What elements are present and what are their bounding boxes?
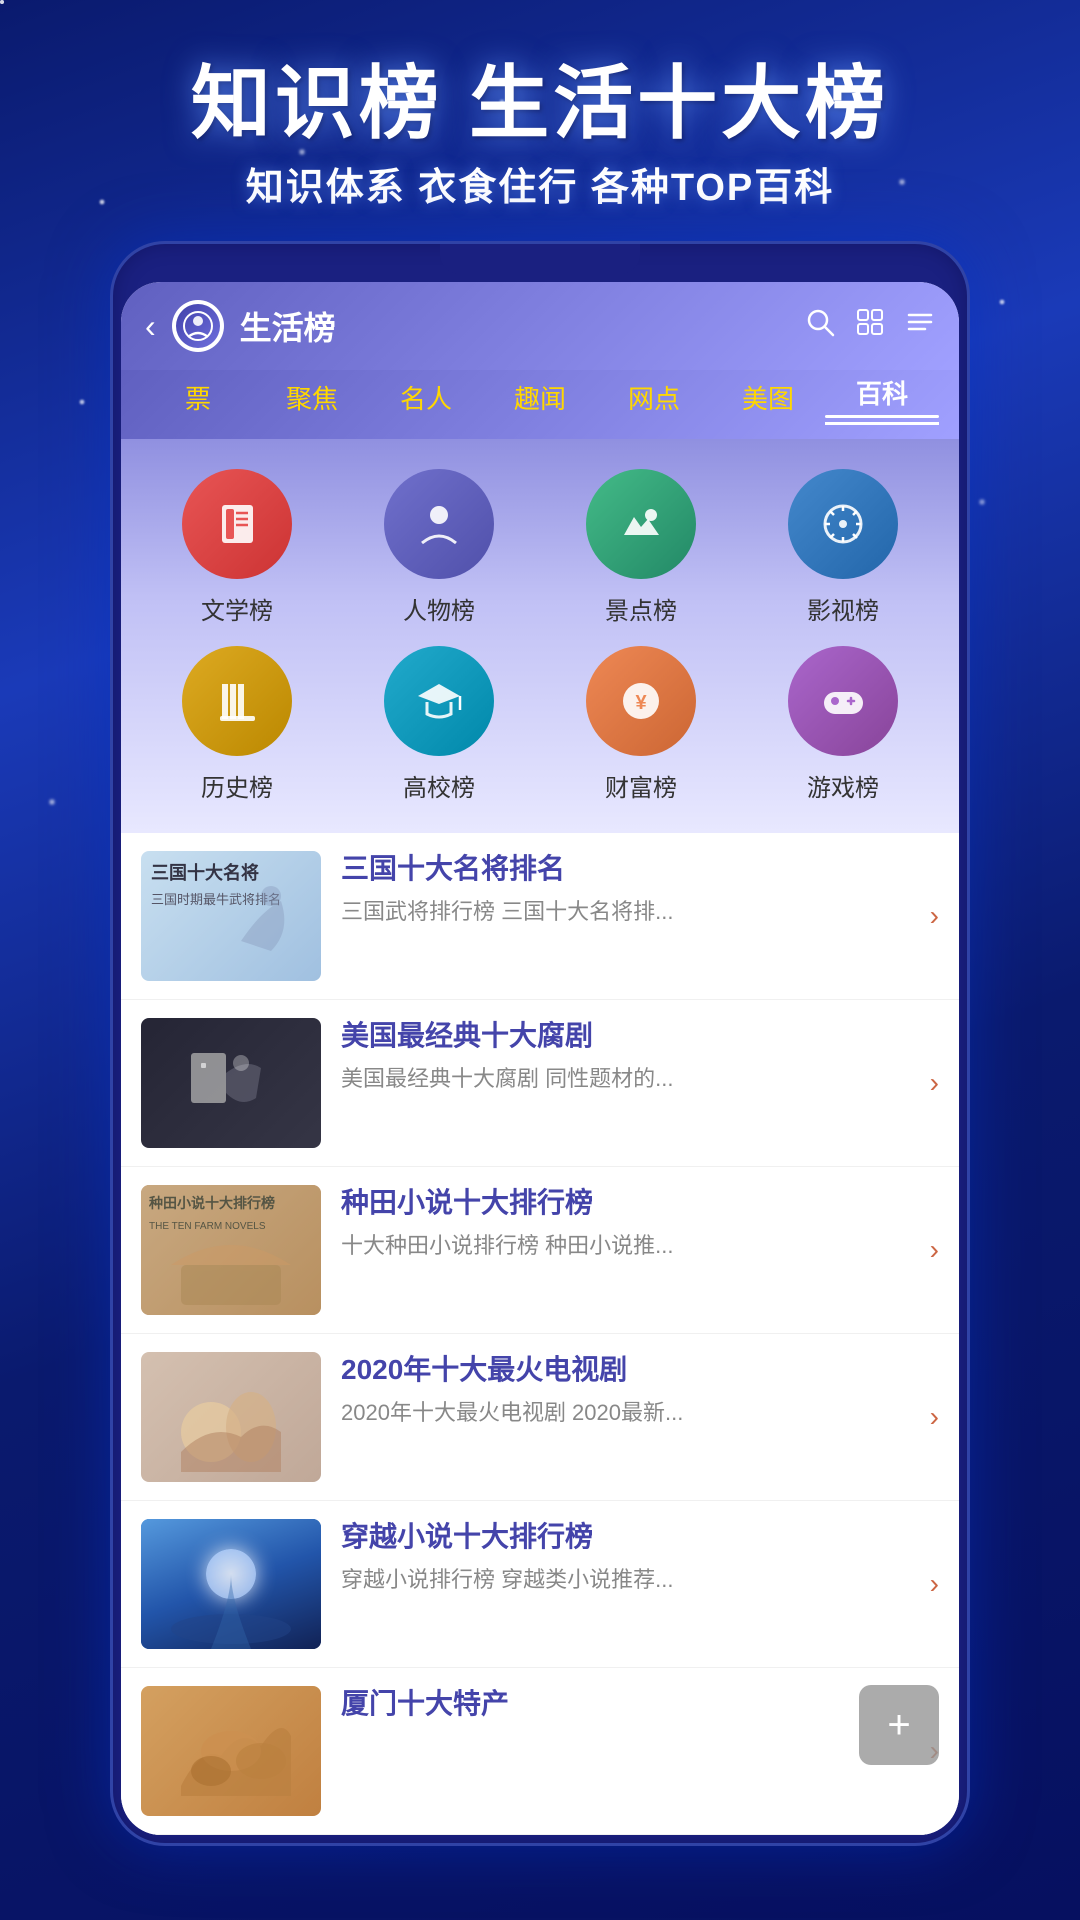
thumb-2020 <box>141 1352 321 1482</box>
nav-bar: ‹ 生活榜 <box>121 282 959 370</box>
back-button[interactable]: ‹ <box>145 308 156 345</box>
yingshi-icon <box>788 469 898 579</box>
phone-content: ‹ 生活榜 <box>121 282 959 1835</box>
tab-bar: 票 聚焦 名人 趣闻 网点 美图 百科 <box>121 370 959 439</box>
category-grid: 文学榜 人物榜 <box>141 469 939 803</box>
list-item-zhongtian[interactable]: 种田小说十大排行榜THE TEN FARM NOVELS 种田小说十大排行榜 十… <box>121 1167 959 1334</box>
item5-arrow: › <box>930 1568 939 1600</box>
item6-info: 厦门十大特产 <box>341 1686 910 1732</box>
category-renwu[interactable]: 人物榜 <box>343 469 535 626</box>
item1-title: 三国十大名将排名 <box>341 851 900 887</box>
category-gaoxiao[interactable]: 高校榜 <box>343 646 535 803</box>
thumb-chuanyue <box>141 1519 321 1649</box>
category-lishi[interactable]: 历史榜 <box>141 646 333 803</box>
tab-jujiao[interactable]: 聚焦 <box>255 375 369 420</box>
category-youxi[interactable]: 游戏榜 <box>747 646 939 803</box>
category-section: 文学榜 人物榜 <box>121 439 959 833</box>
list-section: 三国十大名将三国时期最牛武将排名 三国十大名将排名 三国武将排行榜 三国十大名将… <box>121 833 959 1835</box>
gaoxiao-label: 高校榜 <box>403 768 475 803</box>
notch <box>440 244 640 274</box>
app-logo <box>172 300 224 352</box>
wenxue-icon <box>182 469 292 579</box>
item4-title: 2020年十大最火电视剧 <box>341 1352 900 1388</box>
tab-quwen[interactable]: 趣闻 <box>483 375 597 420</box>
youxi-icon <box>788 646 898 756</box>
header-title: 知识榜 生活十大榜 <box>0 60 1080 148</box>
item5-info: 穿越小说十大排行榜 穿越小说排行榜 穿越类小说推荐... <box>341 1519 910 1596</box>
jingdian-label: 景点榜 <box>605 591 677 626</box>
item1-arrow: › <box>930 900 939 932</box>
tab-piao[interactable]: 票 <box>141 375 255 420</box>
jingdian-icon <box>586 469 696 579</box>
header-subtitle: 知识体系 衣食住行 各种TOP百科 <box>0 156 1080 211</box>
svg-text:¥: ¥ <box>635 692 647 714</box>
tab-baike[interactable]: 百科 <box>825 370 939 425</box>
tab-meitu[interactable]: 美图 <box>711 375 825 420</box>
caifu-icon: ¥ <box>586 646 696 756</box>
header-banner: 知识榜 生活十大榜 知识体系 衣食住行 各种TOP百科 <box>0 0 1080 241</box>
tab-wangdian[interactable]: 网点 <box>597 375 711 420</box>
item5-title: 穿越小说十大排行榜 <box>341 1519 900 1555</box>
float-add-button[interactable]: + <box>859 1685 939 1765</box>
renwu-label: 人物榜 <box>403 591 475 626</box>
wenxue-label: 文学榜 <box>201 591 273 626</box>
renwu-icon <box>384 469 494 579</box>
thumb-meiguo <box>141 1018 321 1148</box>
lishi-label: 历史榜 <box>201 768 273 803</box>
item1-info: 三国十大名将排名 三国武将排行榜 三国十大名将排... <box>341 851 910 928</box>
item3-title: 种田小说十大排行榜 <box>341 1185 900 1221</box>
search-icon[interactable] <box>805 307 835 345</box>
nav-icons <box>805 307 935 345</box>
item4-arrow: › <box>930 1401 939 1433</box>
item3-info: 种田小说十大排行榜 十大种田小说排行榜 种田小说推... <box>341 1185 910 1262</box>
item5-desc: 穿越小说排行榜 穿越类小说推荐... <box>341 1565 900 1596</box>
category-caifu[interactable]: ¥ 财富榜 <box>545 646 737 803</box>
item2-arrow: › <box>930 1067 939 1099</box>
item4-info: 2020年十大最火电视剧 2020年十大最火电视剧 2020最新... <box>341 1352 910 1429</box>
gaoxiao-icon <box>384 646 494 756</box>
yingshi-label: 影视榜 <box>807 591 879 626</box>
item3-desc: 十大种田小说排行榜 种田小说推... <box>341 1231 900 1262</box>
thumb-zhongtian: 种田小说十大排行榜THE TEN FARM NOVELS <box>141 1185 321 1315</box>
grid-icon[interactable] <box>855 307 885 345</box>
item2-title: 美国最经典十大腐剧 <box>341 1018 900 1054</box>
logo-inner <box>176 304 220 348</box>
lishi-icon <box>182 646 292 756</box>
item3-arrow: › <box>930 1234 939 1266</box>
thumb-xiamen <box>141 1686 321 1816</box>
phone-frame: ‹ 生活榜 <box>110 241 970 1846</box>
caifu-label: 财富榜 <box>605 768 677 803</box>
category-jingdian[interactable]: 景点榜 <box>545 469 737 626</box>
tab-mingren[interactable]: 名人 <box>369 375 483 420</box>
item6-title: 厦门十大特产 <box>341 1686 900 1722</box>
item1-desc: 三国武将排行榜 三国十大名将排... <box>341 897 900 928</box>
item4-desc: 2020年十大最火电视剧 2020最新... <box>341 1398 900 1429</box>
item2-info: 美国最经典十大腐剧 美国最经典十大腐剧 同性题材的... <box>341 1018 910 1095</box>
list-icon[interactable] <box>905 307 935 345</box>
category-yingshi[interactable]: 影视榜 <box>747 469 939 626</box>
item2-desc: 美国最经典十大腐剧 同性题材的... <box>341 1064 900 1095</box>
list-item-2020[interactable]: 2020年十大最火电视剧 2020年十大最火电视剧 2020最新... › <box>121 1334 959 1501</box>
list-item-sanguozhi[interactable]: 三国十大名将三国时期最牛武将排名 三国十大名将排名 三国武将排行榜 三国十大名将… <box>121 833 959 1000</box>
nav-title: 生活榜 <box>240 303 789 349</box>
youxi-label: 游戏榜 <box>807 768 879 803</box>
list-item-chuanyue[interactable]: 穿越小说十大排行榜 穿越小说排行榜 穿越类小说推荐... › <box>121 1501 959 1668</box>
list-item-xiamen[interactable]: 厦门十大特产 › <box>121 1668 959 1835</box>
category-wenxue[interactable]: 文学榜 <box>141 469 333 626</box>
thumb-sanguozhi: 三国十大名将三国时期最牛武将排名 <box>141 851 321 981</box>
list-item-meiguo[interactable]: 美国最经典十大腐剧 美国最经典十大腐剧 同性题材的... › <box>121 1000 959 1167</box>
